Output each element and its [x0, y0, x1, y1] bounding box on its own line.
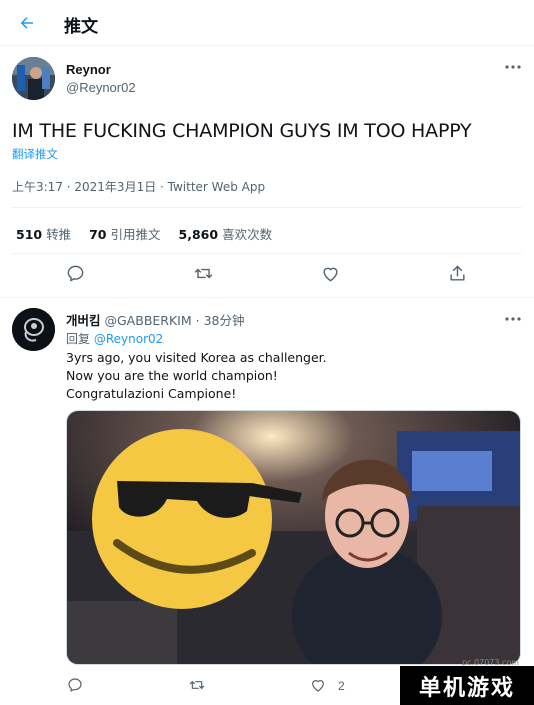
reply-line: 3yrs ago, you visited Korea as challenge… [66, 350, 327, 365]
separator: · [195, 313, 200, 328]
quote-stat[interactable]: 70 引用推文 [89, 224, 160, 243]
reply-button[interactable] [64, 674, 86, 696]
like-icon [312, 680, 324, 692]
like-icon [322, 267, 338, 281]
replying-to-mention[interactable]: @Reynor02 [94, 332, 163, 346]
reply-icon [67, 265, 83, 281]
arrow-left-icon [20, 17, 33, 29]
tweet-stats: 510 转推 70 引用推文 5,860 喜欢次数 [16, 224, 272, 243]
reply-photo[interactable] [66, 410, 521, 665]
like-button[interactable] [307, 674, 329, 696]
like-count: 2 [338, 679, 345, 693]
replying-to: 回复 @Reynor02 [66, 332, 164, 346]
tweet-timestamp[interactable]: 上午3:17 · 2021年3月1日 · Twitter Web App [12, 178, 265, 195]
reply-header: 개버킴 @GABBERKIM · 38分钟 [66, 310, 245, 329]
back-button[interactable] [14, 10, 40, 36]
reply-author-name[interactable]: 개버킴 [66, 313, 101, 328]
more-options-button[interactable] [503, 312, 523, 326]
author-handle[interactable]: @Reynor02 [66, 80, 136, 95]
more-options-button[interactable] [503, 60, 523, 74]
reply-line: Congratulazioni Campione! [66, 386, 237, 401]
like-button[interactable] [319, 262, 341, 284]
share-icon [449, 265, 465, 281]
avatar[interactable] [12, 57, 55, 100]
top-bar: 推文 [0, 0, 534, 46]
share-button[interactable] [446, 262, 468, 284]
more-icon [505, 65, 521, 69]
divider [12, 253, 522, 254]
tweet-actions [0, 262, 534, 290]
author-name[interactable]: Reynor [66, 62, 111, 77]
reply-icon [68, 678, 82, 692]
divider [12, 207, 522, 208]
avatar[interactable] [12, 308, 55, 351]
reply-text: 3yrs ago, you visited Korea as challenge… [66, 349, 327, 403]
retweet-icon [194, 268, 212, 278]
retweet-button[interactable] [192, 262, 214, 284]
watermark-logo: 单机游戏 [400, 666, 534, 705]
reply-button[interactable] [64, 262, 86, 284]
retweet-button[interactable] [186, 674, 208, 696]
reply-time[interactable]: 38分钟 [204, 313, 245, 328]
more-icon [505, 317, 521, 321]
retweet-icon [189, 681, 205, 689]
reply-author-handle[interactable]: @GABBERKIM [105, 313, 192, 328]
page-title: 推文 [64, 17, 98, 37]
reply-tweet[interactable]: 개버킴 @GABBERKIM · 38分钟 回复 @Reynor02 3yrs … [0, 298, 534, 705]
translate-tweet-link[interactable]: 翻译推文 [12, 146, 58, 162]
tweet-text: IM THE FUCKING CHAMPION GUYS IM TOO HAPP… [12, 120, 472, 142]
reply-line: Now you are the world champion! [66, 368, 278, 383]
retweet-stat[interactable]: 510 转推 [16, 224, 71, 243]
like-stat[interactable]: 5,860 喜欢次数 [179, 224, 273, 243]
